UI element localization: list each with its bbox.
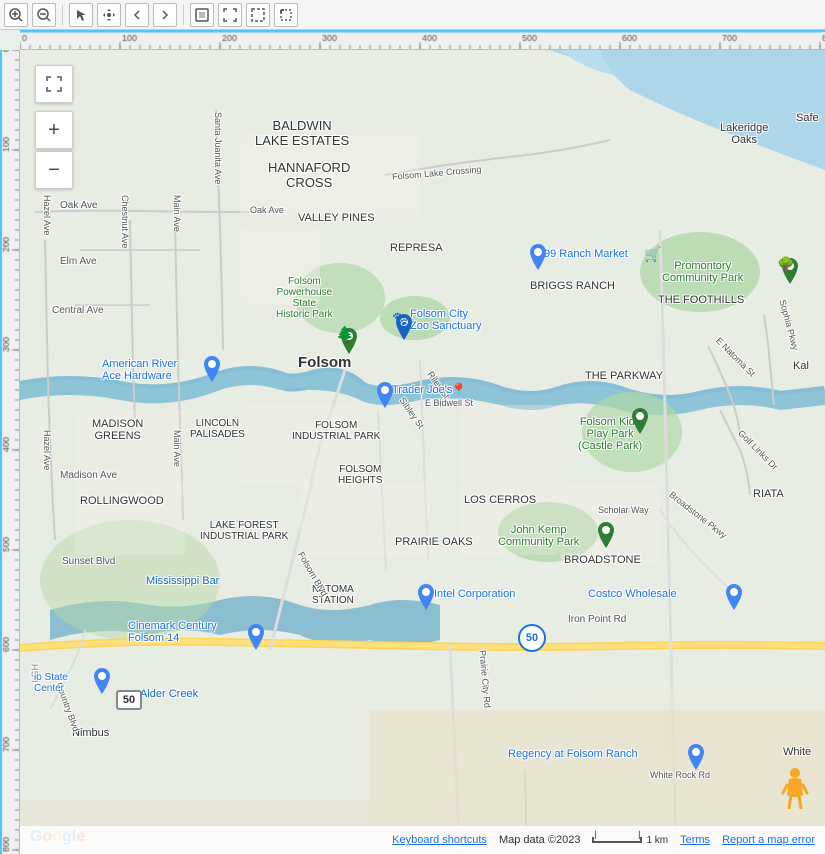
- pin-cinemark[interactable]: [246, 624, 266, 655]
- pegman-icon[interactable]: [781, 767, 809, 814]
- pin-kids-park[interactable]: [630, 408, 650, 439]
- pan-tool-button[interactable]: [97, 3, 121, 27]
- icon-trader-joes: 📍: [450, 382, 467, 399]
- icon-zoo: 🐾: [392, 311, 408, 327]
- zoom-in-tool-button[interactable]: [4, 3, 28, 27]
- terms-link[interactable]: Terms: [680, 834, 710, 846]
- report-error-link[interactable]: Report a map error: [722, 834, 815, 846]
- toolbar-separator-2: [183, 5, 184, 25]
- pin-ace-hardware[interactable]: [202, 356, 222, 387]
- fullscreen-button[interactable]: [218, 3, 242, 27]
- scale-label: 1 km: [646, 835, 668, 846]
- icon-powerhouse: 🌲: [336, 325, 353, 342]
- pin-io-state[interactable]: [92, 668, 112, 699]
- pin-intel[interactable]: [416, 584, 436, 615]
- map-bottom-bar: Keyboard shortcuts Map data ©2023 | | 1 …: [20, 826, 825, 854]
- toolbar-separator-1: [62, 5, 63, 25]
- map-controls-group: + −: [35, 65, 73, 189]
- map-container[interactable]: + − BALDWINLAKE ESTATES HANNAFORDCROSS V…: [20, 50, 825, 854]
- icon-99-ranch-cart: 🛒: [644, 246, 661, 263]
- toolbar: [0, 0, 825, 30]
- back-button[interactable]: [125, 3, 149, 27]
- pin-99-ranch[interactable]: [528, 244, 548, 275]
- fullscreen-map-button[interactable]: [35, 65, 73, 103]
- hwy-50-shield-2: 50: [116, 690, 142, 710]
- keyboard-shortcuts-link[interactable]: Keyboard shortcuts: [392, 834, 487, 846]
- extent-button[interactable]: [190, 3, 214, 27]
- ruler-left: [0, 50, 20, 854]
- zoom-out-tool-button[interactable]: [32, 3, 56, 27]
- map-data-label: Map data ©2023: [499, 834, 581, 846]
- pointer-tool-button[interactable]: [69, 3, 93, 27]
- pin-costco[interactable]: [724, 584, 744, 615]
- pin-trader-joes[interactable]: [375, 382, 395, 413]
- select-button[interactable]: [246, 3, 270, 27]
- zoom-out-map-button[interactable]: −: [35, 151, 73, 189]
- ruler-top: [20, 30, 825, 50]
- forward-button[interactable]: [153, 3, 177, 27]
- zoom-box-button[interactable]: [274, 3, 298, 27]
- pin-regency[interactable]: [686, 744, 706, 775]
- pin-john-kemp[interactable]: [596, 522, 616, 553]
- icon-promontory: 🌳: [777, 256, 794, 273]
- zoom-in-map-button[interactable]: +: [35, 111, 73, 149]
- hwy-50-shield-1: 50: [518, 624, 546, 652]
